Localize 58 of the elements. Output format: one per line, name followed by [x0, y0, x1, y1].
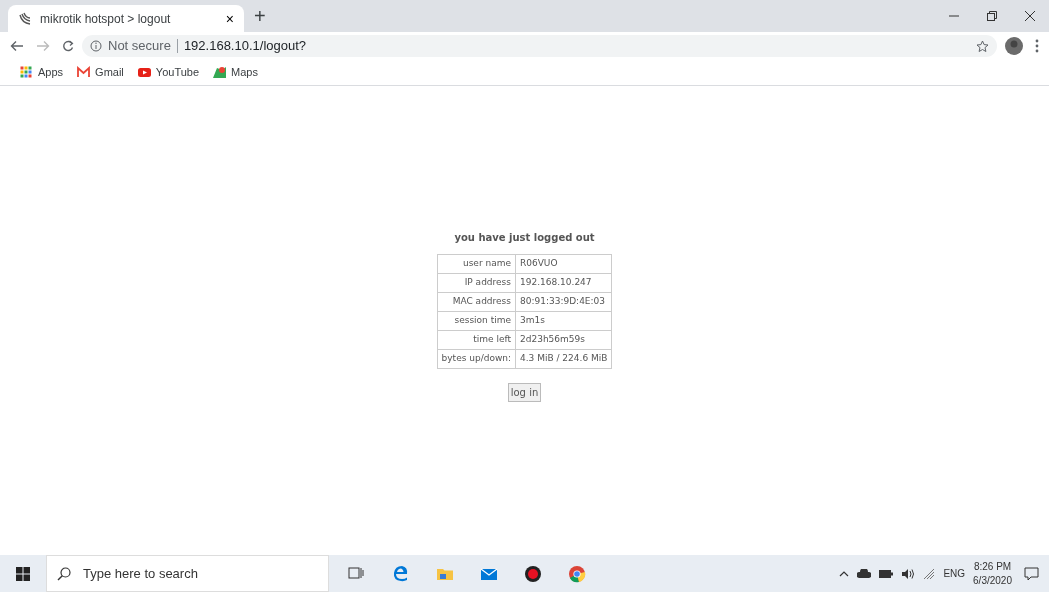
cloud-icon[interactable] [857, 569, 872, 578]
taskbar-search-field[interactable]: Type here to search [46, 555, 329, 592]
bookmark-label: Apps [38, 65, 64, 81]
field-value: 80:91:33:9D:4E:03 [515, 292, 612, 312]
speaker-icon[interactable] [901, 567, 916, 580]
map-pin-icon [213, 66, 227, 79]
back-arrow-icon [10, 40, 24, 52]
new-tab-button[interactable]: + [244, 6, 276, 26]
security-status: Not secure [108, 37, 171, 56]
field-label: IP address [437, 273, 516, 293]
field-value: 192.168.10.247 [515, 273, 612, 293]
bookmark-link[interactable]: Gmail [77, 64, 124, 81]
field-value: R06VUO [515, 254, 612, 274]
language-indicator[interactable]: ENG [943, 566, 966, 581]
field-label: MAC address [437, 292, 516, 312]
info-icon [90, 40, 102, 52]
taskbar-clock[interactable]: 8:26 PM 6/3/2020 [973, 560, 1012, 587]
bookmark-label: Gmail [95, 65, 124, 81]
forward-arrow-icon [36, 40, 50, 52]
clock-time: 8:26 PM [973, 560, 1012, 574]
more-vertical-icon [1035, 39, 1039, 53]
windows-logo-icon [16, 566, 30, 581]
restore-icon [987, 11, 997, 21]
edge-e-icon [392, 564, 410, 583]
field-value: 3m1s [515, 311, 612, 331]
avatar-icon [1005, 37, 1023, 55]
bookmark-link[interactable]: YouTube [137, 64, 200, 81]
bookmark-link[interactable]: Maps [213, 64, 258, 81]
page-heading: you have just logged out [454, 231, 595, 245]
search-icon [57, 566, 71, 581]
tab-title: mikrotik hotspot > logout [40, 10, 171, 28]
field-label: session time [437, 311, 516, 331]
field-label: time left [437, 330, 516, 350]
bookmark-label: Maps [231, 65, 258, 81]
url-text: 192.168.10.1/logout? [183, 37, 307, 56]
tab-close-button[interactable]: × [225, 11, 234, 26]
field-label: bytes up/down: [437, 349, 516, 369]
speech-bubble-icon [1024, 566, 1039, 581]
login-button[interactable]: log in [507, 383, 542, 402]
browser-tab[interactable]: mikrotik hotspot > logout × [8, 5, 244, 32]
search-field[interactable]: Type here to search [81, 562, 318, 585]
close-icon [1025, 11, 1035, 21]
address-bar[interactable]: Not secure 192.168.10.1/logout? [82, 35, 997, 57]
bookmark-link[interactable]: Apps [20, 64, 64, 81]
chevron-up-icon[interactable] [839, 570, 850, 577]
chrome-icon [568, 564, 586, 583]
reload-icon [62, 40, 74, 52]
apps-grid-icon [20, 66, 33, 79]
field-value: 2d23h56m59s [515, 330, 612, 350]
field-label: user name [437, 254, 516, 274]
mail-m-icon [77, 66, 91, 79]
battery-icon[interactable] [879, 569, 894, 578]
record-dot-icon [524, 564, 542, 583]
clock-date: 6/3/2020 [973, 573, 1012, 587]
bookmark-label: YouTube [155, 65, 200, 81]
bookmark-star-icon[interactable] [976, 39, 989, 53]
play-icon [137, 66, 151, 79]
field-value: 4.3 MiB / 224.6 MiB [515, 349, 612, 369]
